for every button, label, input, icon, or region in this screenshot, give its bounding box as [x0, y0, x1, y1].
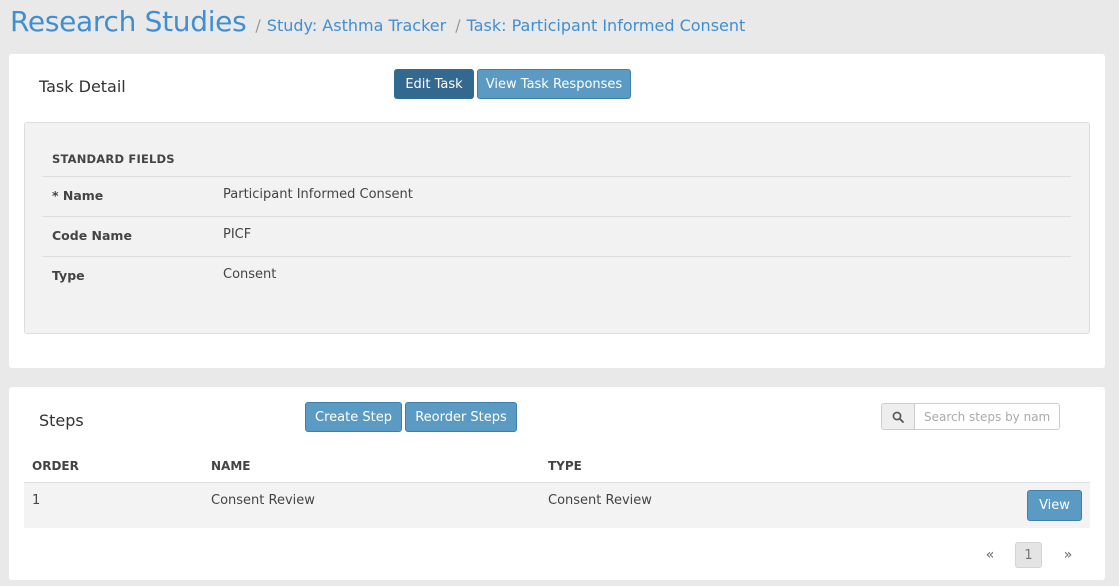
- field-label-code-name: Code Name: [52, 228, 132, 243]
- view-step-button[interactable]: View: [1027, 490, 1082, 521]
- breadcrumb-separator: /: [255, 16, 261, 35]
- cell-order: 1: [32, 493, 41, 508]
- field-row-name: * Name Participant Informed Consent: [43, 177, 1071, 217]
- field-value-type: Consent: [223, 267, 277, 282]
- task-detail-title: Task Detail: [39, 77, 126, 96]
- create-step-button[interactable]: Create Step: [305, 402, 402, 432]
- cell-type: Consent Review: [548, 493, 652, 508]
- page-title: Research Studies: [10, 5, 247, 38]
- steps-title: Steps: [39, 411, 84, 430]
- task-detail-panel: Task Detail Edit Task View Task Response…: [9, 54, 1105, 368]
- column-header-type[interactable]: TYPE: [548, 459, 582, 473]
- search-icon[interactable]: [882, 404, 915, 429]
- field-value-name: Participant Informed Consent: [223, 187, 413, 202]
- standard-fields-box: STANDARD FIELDS * Name Participant Infor…: [24, 122, 1090, 334]
- column-header-name[interactable]: NAME: [211, 459, 250, 473]
- pagination-page-1[interactable]: 1: [1015, 542, 1042, 568]
- cell-name: Consent Review: [211, 493, 315, 508]
- pagination-next[interactable]: »: [1061, 542, 1075, 568]
- field-row-code-name: Code Name PICF: [43, 217, 1071, 257]
- breadcrumb: Research Studies / Study: Asthma Tracker…: [10, 2, 745, 44]
- breadcrumb-study-link[interactable]: Study: Asthma Tracker: [267, 16, 446, 35]
- steps-panel: Steps Create Step Reorder Steps ORDER NA…: [9, 387, 1105, 580]
- standard-fields-heading: STANDARD FIELDS: [52, 152, 175, 166]
- reorder-steps-button[interactable]: Reorder Steps: [405, 402, 517, 432]
- field-row-type: Type Consent: [43, 257, 1071, 297]
- steps-search: [881, 403, 1060, 430]
- field-label-type: Type: [52, 268, 85, 283]
- pagination-prev[interactable]: «: [983, 542, 997, 568]
- table-row: 1 Consent Review Consent Review View: [24, 483, 1090, 528]
- standard-fields-header-row: STANDARD FIELDS: [43, 123, 1071, 177]
- field-value-code-name: PICF: [223, 227, 252, 242]
- breadcrumb-task-link[interactable]: Task: Participant Informed Consent: [467, 16, 746, 35]
- view-task-responses-button[interactable]: View Task Responses: [477, 69, 631, 99]
- edit-task-button[interactable]: Edit Task: [394, 69, 474, 99]
- search-steps-input[interactable]: [915, 404, 1059, 429]
- breadcrumb-separator: /: [455, 16, 461, 35]
- field-label-name: * Name: [52, 188, 104, 203]
- column-header-order[interactable]: ORDER: [32, 459, 79, 473]
